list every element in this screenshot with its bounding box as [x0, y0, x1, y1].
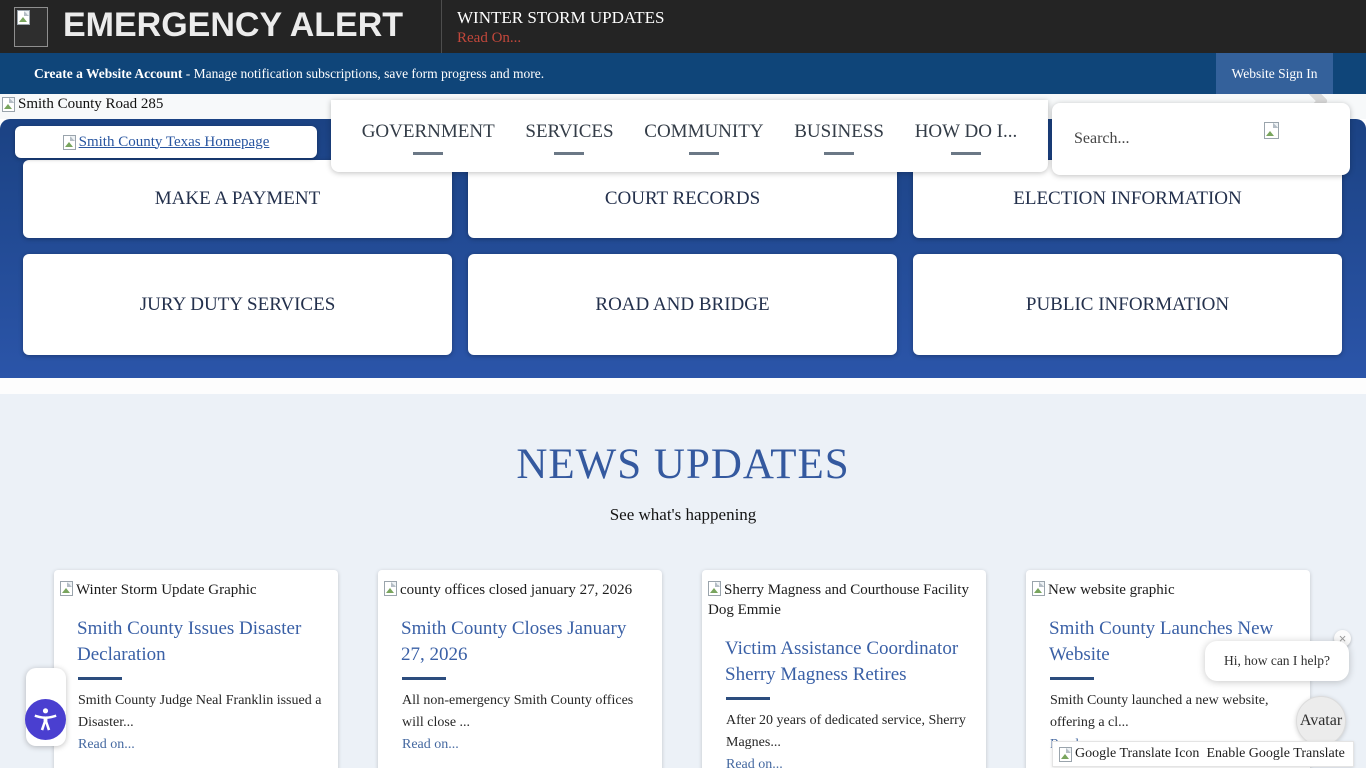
- news-section-subtitle: See what's happening: [0, 505, 1366, 525]
- nav-underline: [689, 152, 719, 155]
- nav-item-government[interactable]: GOVERNMENT: [362, 121, 495, 155]
- search-panel: [1052, 103, 1350, 175]
- page: EMERGENCY ALERT WINTER STORM UPDATES Rea…: [0, 0, 1366, 768]
- google-translate-bar: Google Translate Icon Enable Google Tran…: [1052, 741, 1354, 767]
- news-read-on-link[interactable]: Read on...: [78, 737, 330, 753]
- news-title-underline: [402, 677, 446, 680]
- news-card: Sherry Magness and Courthouse Facility D…: [702, 570, 986, 768]
- website-sign-in-button[interactable]: Website Sign In: [1216, 53, 1333, 94]
- news-title-underline: [78, 677, 122, 680]
- quick-link-road-and-bridge[interactable]: ROAD AND BRIDGE: [468, 254, 897, 355]
- homepage-link-label: Smith County Texas Homepage: [79, 134, 270, 151]
- nav-item-community[interactable]: COMMUNITY: [644, 121, 763, 155]
- news-image-alt: Winter Storm Update Graphic: [60, 580, 330, 600]
- nav-underline: [554, 152, 584, 155]
- alert-read-on-link[interactable]: Read On...: [457, 30, 521, 47]
- emergency-alert-title: EMERGENCY ALERT: [63, 6, 403, 45]
- quick-link-public-information[interactable]: PUBLIC INFORMATION: [913, 254, 1342, 355]
- news-read-on-link[interactable]: Read on...: [726, 757, 978, 768]
- homepage-link[interactable]: Smith County Texas Homepage: [63, 134, 270, 151]
- search-icon[interactable]: [1264, 122, 1279, 139]
- news-card-body: After 20 years of dedicated service, She…: [726, 710, 974, 754]
- news-card: county offices closed january 27, 2026 S…: [378, 570, 662, 768]
- nav-label: GOVERNMENT: [362, 121, 495, 143]
- broken-image-icon: [17, 10, 30, 25]
- broken-image-icon: [1032, 581, 1045, 596]
- create-account-description: - Manage notification subscriptions, sav…: [182, 66, 544, 82]
- broken-image-icon: [63, 135, 76, 150]
- nav-label: BUSINESS: [794, 121, 884, 143]
- broken-image-icon: [60, 581, 73, 596]
- create-account-text[interactable]: Create a Website Account - Manage notifi…: [34, 53, 544, 94]
- logo-card: Smith County Texas Homepage: [15, 126, 317, 158]
- broken-image-icon: [708, 581, 721, 596]
- alert-broken-image: [14, 7, 48, 47]
- nav-underline: [951, 152, 981, 155]
- nav-label: HOW DO I...: [915, 121, 1018, 143]
- news-card-body: All non-emergency Smith County offices w…: [402, 690, 650, 734]
- nav-underline: [824, 152, 854, 155]
- news-title-underline: [726, 697, 770, 700]
- google-translate-icon: [1059, 747, 1072, 762]
- news-title-underline: [1050, 677, 1094, 680]
- nav-label: COMMUNITY: [644, 121, 763, 143]
- account-bar: Create a Website Account - Manage notifi…: [0, 53, 1366, 94]
- section-divider: [0, 378, 1366, 394]
- news-card-title-link[interactable]: Smith County Closes January 27, 2026: [401, 616, 648, 668]
- nav-item-business[interactable]: BUSINESS: [794, 121, 884, 155]
- quick-link-jury-duty-services[interactable]: JURY DUTY SERVICES: [23, 254, 452, 355]
- nav-item-how-do-i[interactable]: HOW DO I...: [915, 121, 1018, 155]
- alert-headline: WINTER STORM UPDATES: [457, 8, 664, 28]
- create-account-link[interactable]: Create a Website Account: [34, 66, 182, 82]
- chat-avatar[interactable]: Avatar: [1296, 696, 1346, 746]
- broken-image-icon: [2, 97, 15, 112]
- alert-divider: [441, 0, 442, 53]
- broken-image-icon: [384, 581, 397, 596]
- news-image-alt: county offices closed january 27, 2026: [384, 580, 654, 600]
- main-nav: GOVERNMENT SERVICES COMMUNITY BUSINESS H…: [331, 100, 1048, 172]
- search-input[interactable]: [1074, 125, 1244, 153]
- google-translate-icon-alt: Google Translate Icon: [1075, 746, 1199, 762]
- hero-image-alt-text: Smith County Road 285: [18, 96, 163, 113]
- nav-item-services[interactable]: SERVICES: [525, 121, 613, 155]
- hero-image-alt: Smith County Road 285: [2, 96, 163, 113]
- news-section-title: NEWS UPDATES: [0, 440, 1366, 489]
- nav-underline: [413, 152, 443, 155]
- accessibility-button[interactable]: [25, 699, 66, 740]
- news-card-title-link[interactable]: Victim Assistance Coordinator Sherry Mag…: [725, 636, 972, 688]
- news-image-alt: Sherry Magness and Courthouse Facility D…: [708, 580, 978, 620]
- news-card: Winter Storm Update Graphic Smith County…: [54, 570, 338, 768]
- emergency-alert-bar: EMERGENCY ALERT WINTER STORM UPDATES Rea…: [0, 0, 1366, 53]
- news-read-on-link[interactable]: Read on...: [402, 737, 654, 753]
- chat-bubble[interactable]: Hi, how can I help?: [1205, 641, 1349, 681]
- news-card-title-link[interactable]: Smith County Issues Disaster Declaration: [77, 616, 324, 668]
- news-image-alt: New website graphic: [1032, 580, 1302, 600]
- news-card-body: Smith County Judge Neal Franklin issued …: [78, 690, 326, 734]
- enable-google-translate-link[interactable]: Enable Google Translate: [1206, 746, 1344, 762]
- news-card-body: Smith County launched a new website, off…: [1050, 690, 1298, 734]
- nav-label: SERVICES: [525, 121, 613, 143]
- accessibility-icon: [32, 706, 59, 733]
